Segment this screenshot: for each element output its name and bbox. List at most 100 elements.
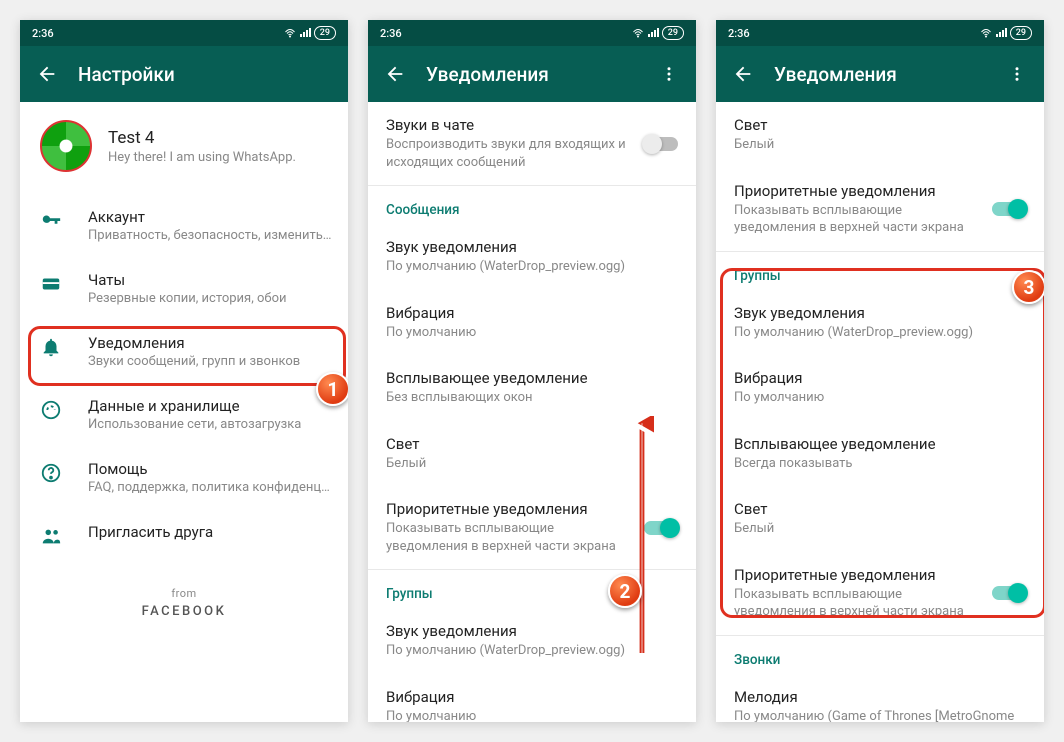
profile-status: Hey there! I am using WhatsApp. [108, 150, 296, 165]
switch-chat-sounds[interactable] [644, 137, 678, 151]
item-title: Чаты [88, 271, 332, 289]
setting-grp-priority[interactable]: Приоритетные уведомления Показывать вспл… [716, 552, 1044, 635]
more-vert-icon [1008, 65, 1026, 83]
setting-sub: По умолчанию (Game of Thrones [MetroGnom… [734, 708, 1026, 722]
overflow-menu[interactable] [650, 57, 688, 91]
setting-title: Звук уведомления [386, 238, 678, 256]
profile-row[interactable]: Test 4 Hey there! I am using WhatsApp. [20, 102, 348, 190]
section-messages: Сообщения [368, 186, 696, 224]
setting-grp-sound[interactable]: Звук уведомления По умолчанию (WaterDrop… [716, 290, 1044, 356]
wifi-icon [632, 27, 644, 39]
setting-grp-light[interactable]: Свет Белый [716, 486, 1044, 552]
arrow-back-icon [36, 63, 58, 85]
help-icon [40, 462, 62, 484]
section-groups: Группы [368, 570, 696, 608]
setting-sub: Белый [734, 136, 1026, 154]
app-bar: Уведомления [368, 46, 696, 102]
item-sub: Использование сети, автозагрузка [88, 417, 332, 432]
settings-item-account[interactable]: АккаунтПриватность, безопасность, измени… [20, 194, 348, 257]
setting-msg-popup[interactable]: Всплывающее уведомление Без всплывающих … [368, 355, 696, 421]
setting-grp-vibration[interactable]: Вибрация По умолчанию [716, 355, 1044, 421]
item-title: Пригласить друга [88, 523, 332, 541]
setting-sub: Без всплывающих окон [386, 389, 678, 407]
setting-sub: По умолчанию (WaterDrop_preview.ogg) [734, 324, 1026, 342]
battery-indicator: 29 [314, 26, 336, 40]
notifications-content: Звуки в чате Воспроизводить звуки для вх… [368, 102, 696, 722]
key-icon [40, 210, 62, 232]
app-bar-title: Уведомления [426, 63, 650, 86]
settings-item-invite[interactable]: Пригласить друга [20, 509, 348, 561]
setting-title: Свет [734, 500, 1026, 518]
setting-title: Приоритетные уведомления [734, 566, 984, 584]
setting-sub: Показывать всплывающие уведомления в вер… [386, 520, 636, 555]
status-bar: 2:36 29 [20, 20, 348, 46]
app-bar: Уведомления [716, 46, 1044, 102]
battery-indicator: 29 [1010, 26, 1032, 40]
item-title: Аккаунт [88, 208, 332, 226]
setting-sub: По умолчанию [734, 389, 1026, 407]
setting-chat-sounds[interactable]: Звуки в чате Воспроизводить звуки для вх… [368, 102, 696, 185]
step-badge-3: 3 [1012, 270, 1044, 304]
setting-msg-sound[interactable]: Звук уведомления По умолчанию (WaterDrop… [368, 224, 696, 290]
setting-sub: Всегда показывать [734, 455, 1026, 473]
bell-icon [40, 336, 62, 358]
setting-msg-light[interactable]: Свет Белый [716, 102, 1044, 168]
back-button[interactable] [28, 55, 66, 93]
setting-sub: По умолчанию (WaterDrop_preview.ogg) [386, 642, 678, 660]
wifi-icon [980, 27, 992, 39]
setting-grp-vibration[interactable]: Вибрация По умолчанию [368, 674, 696, 722]
setting-sub: Белый [386, 455, 678, 473]
app-bar: Настройки [20, 46, 348, 102]
setting-title: Вибрация [734, 369, 1026, 387]
switch-grp-priority[interactable] [992, 586, 1026, 600]
setting-grp-sound[interactable]: Звук уведомления По умолчанию (WaterDrop… [368, 608, 696, 674]
settings-item-help[interactable]: ПомощьFAQ, поддержка, политика конфиденц… [20, 446, 348, 509]
setting-title: Свет [386, 435, 678, 453]
settings-item-chats[interactable]: ЧатыРезервные копии, история, обои [20, 257, 348, 320]
switch-msg-priority[interactable] [644, 521, 678, 535]
setting-title: Свет [734, 116, 1026, 134]
item-title: Уведомления [88, 334, 332, 352]
setting-sub: Воспроизводить звуки для входящих и исхо… [386, 136, 636, 171]
status-icons: 29 [284, 26, 336, 40]
status-time: 2:36 [728, 27, 750, 40]
setting-sub: По умолчанию (WaterDrop_preview.ogg) [386, 258, 678, 276]
setting-call-melody[interactable]: Мелодия По умолчанию (Game of Thrones [M… [716, 674, 1044, 722]
setting-sub: По умолчанию [386, 708, 678, 722]
setting-sub: Показывать всплывающие уведомления в вер… [734, 202, 984, 237]
app-bar-title: Настройки [78, 63, 340, 86]
settings-content: Test 4 Hey there! I am using WhatsApp. А… [20, 102, 348, 722]
section-calls: Звонки [716, 636, 1044, 674]
settings-item-notifications[interactable]: УведомленияЗвуки сообщений, групп и звон… [20, 320, 348, 383]
item-title: Данные и хранилище [88, 397, 332, 415]
data-icon [40, 399, 62, 421]
setting-msg-vibration[interactable]: Вибрация По умолчанию [368, 290, 696, 356]
setting-msg-priority[interactable]: Приоритетные уведомления Показывать вспл… [716, 168, 1044, 251]
status-icons: 29 [980, 26, 1032, 40]
setting-title: Приоритетные уведомления [386, 500, 636, 518]
phone-screen-3: 2:36 29 Уведомления Свет Белый Приоритет… [716, 20, 1044, 722]
item-sub: FAQ, поддержка, политика конфиденциальн.… [88, 480, 332, 495]
setting-title: Приоритетные уведомления [734, 182, 984, 200]
setting-title: Звук уведомления [386, 622, 678, 640]
more-vert-icon [660, 65, 678, 83]
app-bar-title: Уведомления [774, 63, 998, 86]
settings-item-data[interactable]: Данные и хранилище Использование сети, ав… [20, 383, 348, 446]
overflow-menu[interactable] [998, 57, 1036, 91]
setting-title: Звук уведомления [734, 304, 1026, 322]
setting-grp-popup[interactable]: Всплывающее уведомление Всегда показыват… [716, 421, 1044, 487]
setting-msg-light[interactable]: Свет Белый [368, 421, 696, 487]
setting-msg-priority[interactable]: Приоритетные уведомления Показывать вспл… [368, 486, 696, 569]
step-badge-1: 1 [316, 372, 348, 406]
signal-icon [647, 27, 659, 39]
notifications-content-scrolled: Свет Белый Приоритетные уведомления Пока… [716, 102, 1044, 722]
back-button[interactable] [724, 55, 762, 93]
battery-indicator: 29 [662, 26, 684, 40]
status-icons: 29 [632, 26, 684, 40]
settings-list: АккаунтПриватность, безопасность, измени… [20, 190, 348, 561]
phone-screen-2: 2:36 29 Уведомления Звуки в чате Воспрои… [368, 20, 696, 722]
back-button[interactable] [376, 55, 414, 93]
switch-msg-priority[interactable] [992, 202, 1026, 216]
wifi-icon [284, 27, 296, 39]
signal-icon [995, 27, 1007, 39]
